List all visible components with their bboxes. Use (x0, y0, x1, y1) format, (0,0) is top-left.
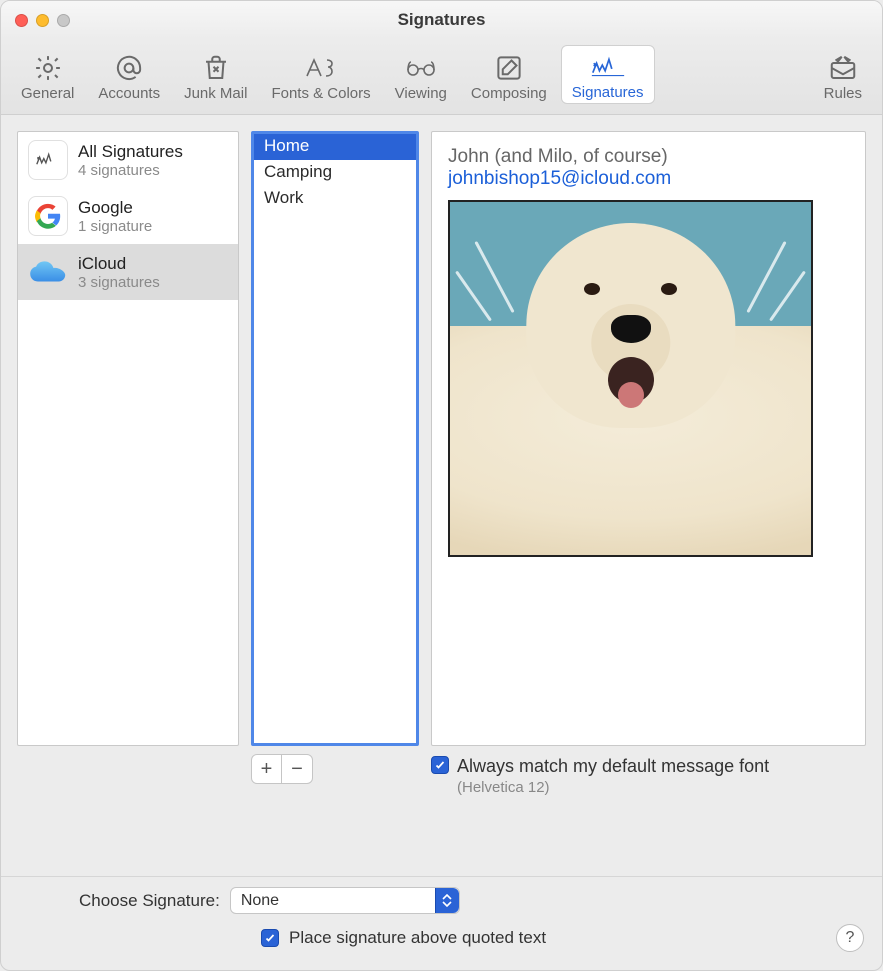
tab-junk-mail[interactable]: Junk Mail (174, 45, 257, 104)
compose-icon (490, 51, 528, 85)
tab-label: Rules (824, 85, 862, 102)
all-signatures-icon (28, 140, 68, 180)
tab-label: Composing (471, 85, 547, 102)
preview-image (448, 200, 813, 557)
tab-composing[interactable]: Composing (461, 45, 557, 104)
signature-list-column: Home Camping Work + − (251, 131, 419, 868)
tab-label: Accounts (98, 85, 160, 102)
font-icon (302, 51, 340, 85)
signature-list: Home Camping Work (251, 131, 419, 746)
dog-photo-art (450, 202, 811, 555)
account-subtitle: 4 signatures (78, 162, 183, 179)
tab-label: General (21, 85, 74, 102)
account-name: Google (78, 198, 152, 218)
tab-accounts[interactable]: Accounts (88, 45, 170, 104)
tab-label: Viewing (395, 85, 447, 102)
account-subtitle: 1 signature (78, 218, 152, 235)
preview-column: John (and Milo, of course) johnbishop15@… (431, 131, 866, 868)
signature-item-work[interactable]: Work (254, 186, 416, 212)
icloud-icon (28, 252, 68, 292)
content-area: All Signatures 4 signatures Google 1 sig… (1, 115, 882, 876)
trash-x-icon (197, 51, 235, 85)
add-signature-button[interactable]: + (252, 755, 282, 783)
window-title: Signatures (1, 10, 882, 30)
footer: Choose Signature: None Place signature a… (1, 876, 882, 970)
select-stepper-icon (435, 888, 459, 913)
tab-label: Junk Mail (184, 85, 247, 102)
google-icon (28, 196, 68, 236)
tab-viewing[interactable]: Viewing (385, 45, 457, 104)
tab-fonts-colors[interactable]: Fonts & Colors (261, 45, 380, 104)
match-font-label: Always match my default message font (457, 756, 769, 777)
preferences-window: Signatures General Accounts Junk Mail F (0, 0, 883, 971)
remove-signature-button[interactable]: − (282, 755, 312, 783)
add-remove-group: + − (251, 754, 313, 784)
tab-signatures[interactable]: Signatures (561, 45, 655, 104)
match-font-row: Always match my default message font (He… (431, 756, 866, 796)
account-name: All Signatures (78, 142, 183, 162)
gear-icon (29, 51, 67, 85)
glasses-icon (402, 51, 440, 85)
help-button[interactable]: ? (836, 924, 864, 952)
tab-label: Fonts & Colors (271, 85, 370, 102)
match-font-subtext: (Helvetica 12) (457, 779, 769, 796)
choose-signature-select[interactable]: None (230, 887, 460, 914)
match-font-checkbox[interactable] (431, 756, 449, 774)
place-above-checkbox[interactable] (261, 929, 279, 947)
signature-preview[interactable]: John (and Milo, of course) johnbishop15@… (431, 131, 866, 746)
account-row-all[interactable]: All Signatures 4 signatures (18, 132, 238, 188)
preview-email: johnbishop15@icloud.com (448, 168, 849, 190)
accounts-panel: All Signatures 4 signatures Google 1 sig… (17, 131, 239, 746)
tab-label: Signatures (572, 84, 644, 101)
choose-signature-value: None (241, 892, 279, 910)
account-row-google[interactable]: Google 1 signature (18, 188, 238, 244)
place-above-label: Place signature above quoted text (289, 928, 546, 948)
place-above-row: Place signature above quoted text ? (19, 924, 864, 952)
tab-rules[interactable]: Rules (814, 45, 872, 104)
preview-name-line: John (and Milo, of course) (448, 146, 849, 168)
account-row-icloud[interactable]: iCloud 3 signatures (18, 244, 238, 300)
tab-general[interactable]: General (11, 45, 84, 104)
rules-icon (824, 51, 862, 85)
account-name: iCloud (78, 254, 160, 274)
choose-signature-row: Choose Signature: None (19, 887, 864, 914)
signature-item-home[interactable]: Home (254, 134, 416, 160)
signature-item-camping[interactable]: Camping (254, 160, 416, 186)
choose-signature-label: Choose Signature: (79, 891, 220, 911)
account-subtitle: 3 signatures (78, 274, 160, 291)
titlebar: Signatures (1, 1, 882, 39)
signature-icon (589, 50, 627, 84)
at-sign-icon (110, 51, 148, 85)
preferences-toolbar: General Accounts Junk Mail Fonts & Color… (1, 39, 882, 115)
